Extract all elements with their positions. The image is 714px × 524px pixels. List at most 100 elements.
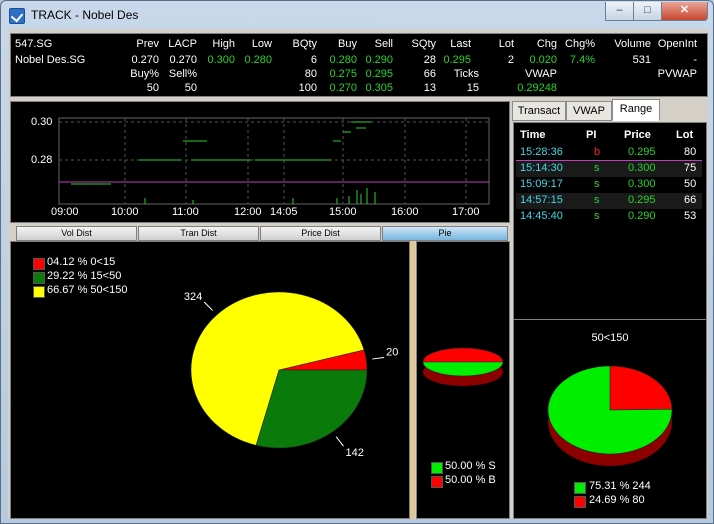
tab-range[interactable]: Range (612, 99, 660, 121)
tran-dist-button[interactable]: Tran Dist (138, 226, 259, 241)
cell-pi: s (594, 194, 600, 206)
stock-name: Nobel Des.SG (15, 54, 86, 66)
tab-transact[interactable]: Transact (512, 101, 566, 121)
pie-slice-80 (609, 365, 673, 411)
pvwap-label: PVWAP (657, 68, 697, 80)
header-high: High (212, 38, 235, 50)
col-pi: PI (586, 129, 597, 141)
col-lot: Lot (676, 129, 694, 141)
stock-code: 547.SG (15, 38, 53, 50)
sell-value-2: 0.295 (365, 68, 393, 80)
client-area: 547.SG Nobel Des.SG Prev LACP High Low BQty B… (8, 29, 708, 519)
cell-lot: 50 (684, 178, 697, 190)
sqty-value-3: 13 (423, 82, 436, 94)
cell-time: 15:09:17 (520, 178, 563, 190)
volume-pie-chart: 20 142 324 (184, 291, 399, 459)
buysell-pie-panel: 50.00 % S 50.00 % B (416, 241, 510, 519)
pie-slice-B (422, 347, 504, 363)
minimize-button[interactable]: – (605, 2, 634, 21)
pie-leader-324 (203, 301, 214, 311)
panel-splitter[interactable] (410, 241, 415, 519)
cell-pi: b (594, 146, 601, 158)
pie-leader-142 (335, 436, 344, 447)
vol-dist-button[interactable]: Vol Dist (16, 226, 137, 241)
legend-swatch-80 (574, 496, 586, 508)
x-tick: 15:00 (329, 206, 357, 218)
x-tick: 12:00 (234, 206, 262, 218)
col-time: Time (520, 129, 546, 141)
cell-lot: 66 (684, 194, 697, 206)
x-tick: 16:00 (391, 206, 419, 218)
header-volume: Volume (614, 38, 651, 50)
pie-label-324: 324 (184, 291, 202, 303)
cell-time: 14:57:15 (520, 194, 563, 206)
buysell-pie-chart (422, 347, 504, 386)
y-tick-028: 0.28 (31, 154, 53, 166)
volume-pie-panel: 04.12 % 0<15 29.22 % 15<50 66.67 % 50<15… (10, 241, 410, 519)
header-sell: Sell (374, 38, 393, 50)
cell-time: 15:28:36 (520, 146, 563, 158)
lot-value: 2 (507, 54, 514, 66)
x-tick: 10:00 (111, 206, 139, 218)
buypct-label: Buy% (130, 68, 159, 80)
row-separator (516, 160, 702, 161)
quote-panel: 547.SG Nobel Des.SG Prev LACP High Low BQty B… (10, 33, 708, 97)
table-row[interactable]: 15:09:17 s 0.300 50 (516, 177, 702, 193)
x-tick: 17:00 (452, 206, 480, 218)
range-pie-panel: 50<150 75.31 % 244 24.69 % 80 (513, 319, 707, 519)
cell-time: 14:45:40 (520, 210, 563, 222)
sell-value-3: 0.305 (365, 82, 393, 94)
legend-text-244: 75.31 % 244 (589, 480, 651, 492)
buy-value-3: 0.270 (329, 82, 357, 94)
x-tick: 14:05 (270, 206, 298, 218)
table-row[interactable]: 15:14:30 s 0.300 75 (516, 161, 702, 177)
header-low: Low (251, 38, 272, 50)
header-openint: OpenInt (657, 38, 697, 50)
cell-price: 0.290 (628, 210, 656, 222)
volume-value: 531 (632, 54, 651, 66)
table-row[interactable]: 15:28:36 b 0.295 80 (516, 145, 702, 161)
ticks-label: Ticks (453, 68, 479, 80)
sell-value-1: 0.290 (365, 54, 393, 66)
legend-swatch-s (431, 462, 443, 474)
high-value: 0.300 (207, 54, 235, 66)
vwap-label: VWAP (525, 68, 557, 80)
x-tick: 09:00 (51, 206, 79, 218)
bqty-value-3: 100 (298, 82, 317, 94)
legend-text-s: 50.00 % S (445, 460, 496, 472)
pie-label-20: 20 (386, 346, 398, 358)
sqty-value-1: 28 (423, 54, 436, 66)
header-last: Last (450, 38, 471, 50)
buypct-value: 50 (146, 82, 159, 94)
plot-frame (58, 117, 490, 205)
pie-button[interactable]: Pie (382, 226, 508, 241)
range-pie-chart (547, 365, 673, 466)
openint-value: - (693, 54, 697, 66)
range-pie-title: 50<150 (591, 332, 629, 344)
header-chgpct: Chg% (565, 38, 595, 50)
prev-value: 0.270 (131, 54, 159, 66)
bqty-value-1: 6 (310, 54, 317, 66)
maximize-button[interactable]: □ (633, 2, 662, 21)
vwap-value: 0.29248 (517, 82, 557, 94)
cell-price: 0.300 (628, 162, 656, 174)
close-button[interactable]: ✕ (661, 2, 708, 21)
x-tick: 11:00 (172, 206, 199, 218)
chgpct-value: 7.4% (569, 54, 595, 66)
window-title: TRACK - Nobel Des (31, 8, 139, 22)
table-row[interactable]: 14:45:40 s 0.290 53 (516, 209, 702, 225)
tab-vwap[interactable]: VWAP (566, 101, 612, 121)
intraday-plot (58, 117, 490, 205)
bqty-value-2: 80 (304, 68, 317, 80)
cell-lot: 80 (684, 146, 697, 158)
sellpct-label: Sell% (168, 68, 197, 80)
price-dist-button[interactable]: Price Dist (260, 226, 381, 241)
title-bar[interactable]: TRACK - Nobel Des – □ ✕ (1, 1, 713, 29)
table-row[interactable]: 14:57:15 s 0.295 66 (516, 193, 702, 209)
intraday-chart[interactable]: 0.30 0.28 09:00 10:00 11:00 12:00 14:05 … (10, 101, 510, 223)
track-window: TRACK - Nobel Des – □ ✕ 547.SG Nobel Des… (0, 0, 714, 524)
app-check-icon (9, 8, 25, 24)
cell-pi: s (594, 162, 600, 174)
low-value: 0.280 (244, 54, 272, 66)
cell-price: 0.300 (628, 178, 656, 190)
